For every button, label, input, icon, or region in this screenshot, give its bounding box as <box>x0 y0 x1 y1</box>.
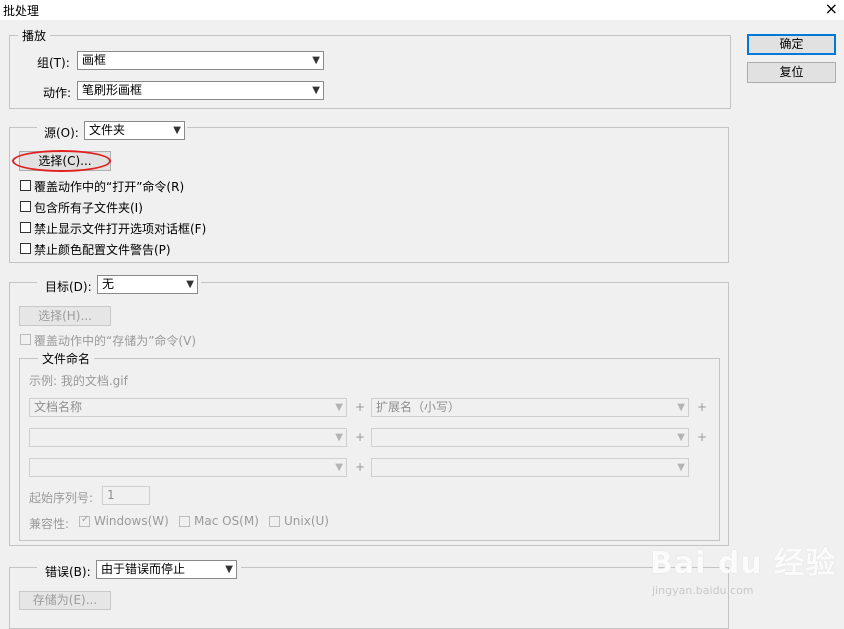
reset-button[interactable]: 复位 <box>747 62 836 83</box>
compat-label: 兼容性: <box>29 517 70 531</box>
window-title: 批处理 <box>3 4 40 18</box>
naming-field-2-value: 扩展名（小写） <box>376 400 461 414</box>
compat-windows-label: Windows(W) <box>94 514 169 528</box>
start-serial-label: 起始序列号: <box>29 491 94 505</box>
source-select[interactable]: 文件夹 ▼ <box>84 121 185 140</box>
chevron-down-icon: ▼ <box>335 402 343 413</box>
chevron-down-icon: ▼ <box>173 125 181 136</box>
naming-field-3[interactable]: ▼ <box>29 428 347 447</box>
suppress-open-options-label: 禁止显示文件打开选项对话框(F) <box>34 222 207 236</box>
chevron-down-icon: ▼ <box>186 279 194 290</box>
source-label: 源(O): <box>44 126 79 140</box>
naming-field-1[interactable]: 文档名称 ▼ <box>29 398 347 417</box>
naming-field-1-value: 文档名称 <box>34 400 83 414</box>
start-serial-input[interactable]: 1 <box>102 486 150 505</box>
save-as-button[interactable]: 存储为(E)... <box>19 591 111 610</box>
errors-select[interactable]: 由于错误而停止 ▼ <box>96 560 237 579</box>
compat-windows-checkbox[interactable]: ✓ <box>79 514 90 527</box>
override-open-checkbox[interactable] <box>20 180 31 191</box>
plus-sign: + <box>697 400 708 414</box>
naming-field-5[interactable]: ▼ <box>29 458 347 477</box>
source-select-value: 文件夹 <box>89 123 126 137</box>
naming-field-4[interactable]: ▼ <box>371 428 689 447</box>
group-select[interactable]: 画框 ▼ <box>77 51 324 70</box>
include-subfolders-checkbox[interactable] <box>20 201 31 212</box>
target-select[interactable]: 无 ▼ <box>97 275 198 294</box>
compat-macos-label: Mac OS(M) <box>194 514 259 528</box>
naming-example: 示例: 我的文档.gif <box>29 374 128 388</box>
chevron-down-icon: ▼ <box>335 462 343 473</box>
file-naming-legend: 文件命名 <box>38 350 95 367</box>
target-choose-button[interactable]: 选择(H)... <box>19 306 111 326</box>
chevron-down-icon: ▼ <box>677 462 685 473</box>
group-select-value: 画框 <box>82 53 107 67</box>
title-bar <box>0 0 844 20</box>
chevron-down-icon: ▼ <box>312 55 320 66</box>
target-label: 目标(D): <box>45 280 92 294</box>
play-legend: 播放 <box>22 29 47 43</box>
action-label: 动作: <box>43 86 72 100</box>
chevron-down-icon: ▼ <box>335 432 343 443</box>
compat-unix-checkbox[interactable] <box>269 516 280 527</box>
action-select[interactable]: 笔刷形画框 ▼ <box>77 81 324 100</box>
suppress-color-warning-label: 禁止颜色配置文件警告(P) <box>34 243 171 257</box>
watermark-brand: Bai du 经验 <box>650 546 837 581</box>
group-label: 组(T): <box>37 56 70 70</box>
chevron-down-icon: ▼ <box>312 85 320 96</box>
plus-sign: + <box>355 400 366 414</box>
target-select-value: 无 <box>102 277 115 291</box>
plus-sign: + <box>355 430 366 444</box>
checkmark-icon: ✓ <box>81 514 90 525</box>
chevron-down-icon: ▼ <box>677 432 685 443</box>
chevron-down-icon: ▼ <box>225 564 233 575</box>
suppress-color-warning-checkbox[interactable] <box>20 243 31 254</box>
close-icon[interactable]: × <box>825 0 838 19</box>
source-choose-button[interactable]: 选择(C)... <box>19 151 111 171</box>
ok-button[interactable]: 确定 <box>747 34 836 55</box>
naming-field-2[interactable]: 扩展名（小写） ▼ <box>371 398 689 417</box>
action-select-value: 笔刷形画框 <box>82 83 143 97</box>
override-save-as-label: 覆盖动作中的“存储为”命令(V) <box>34 334 197 348</box>
plus-sign: + <box>355 460 366 474</box>
errors-label: 错误(B): <box>45 565 91 579</box>
suppress-open-options-checkbox[interactable] <box>20 222 31 233</box>
override-open-label: 覆盖动作中的“打开”命令(R) <box>34 180 185 194</box>
compat-macos-checkbox[interactable] <box>179 516 190 527</box>
watermark-url: jingyan.baidu.com <box>652 584 754 597</box>
chevron-down-icon: ▼ <box>677 402 685 413</box>
include-subfolders-label: 包含所有子文件夹(I) <box>34 201 143 215</box>
plus-sign: + <box>697 430 708 444</box>
compat-unix-label: Unix(U) <box>284 514 329 528</box>
naming-field-6[interactable]: ▼ <box>371 458 689 477</box>
override-save-as-checkbox[interactable] <box>20 334 31 345</box>
errors-select-value: 由于错误而停止 <box>101 562 186 576</box>
watermark: Bai du 经验 jingyan.baidu.com <box>650 538 836 597</box>
